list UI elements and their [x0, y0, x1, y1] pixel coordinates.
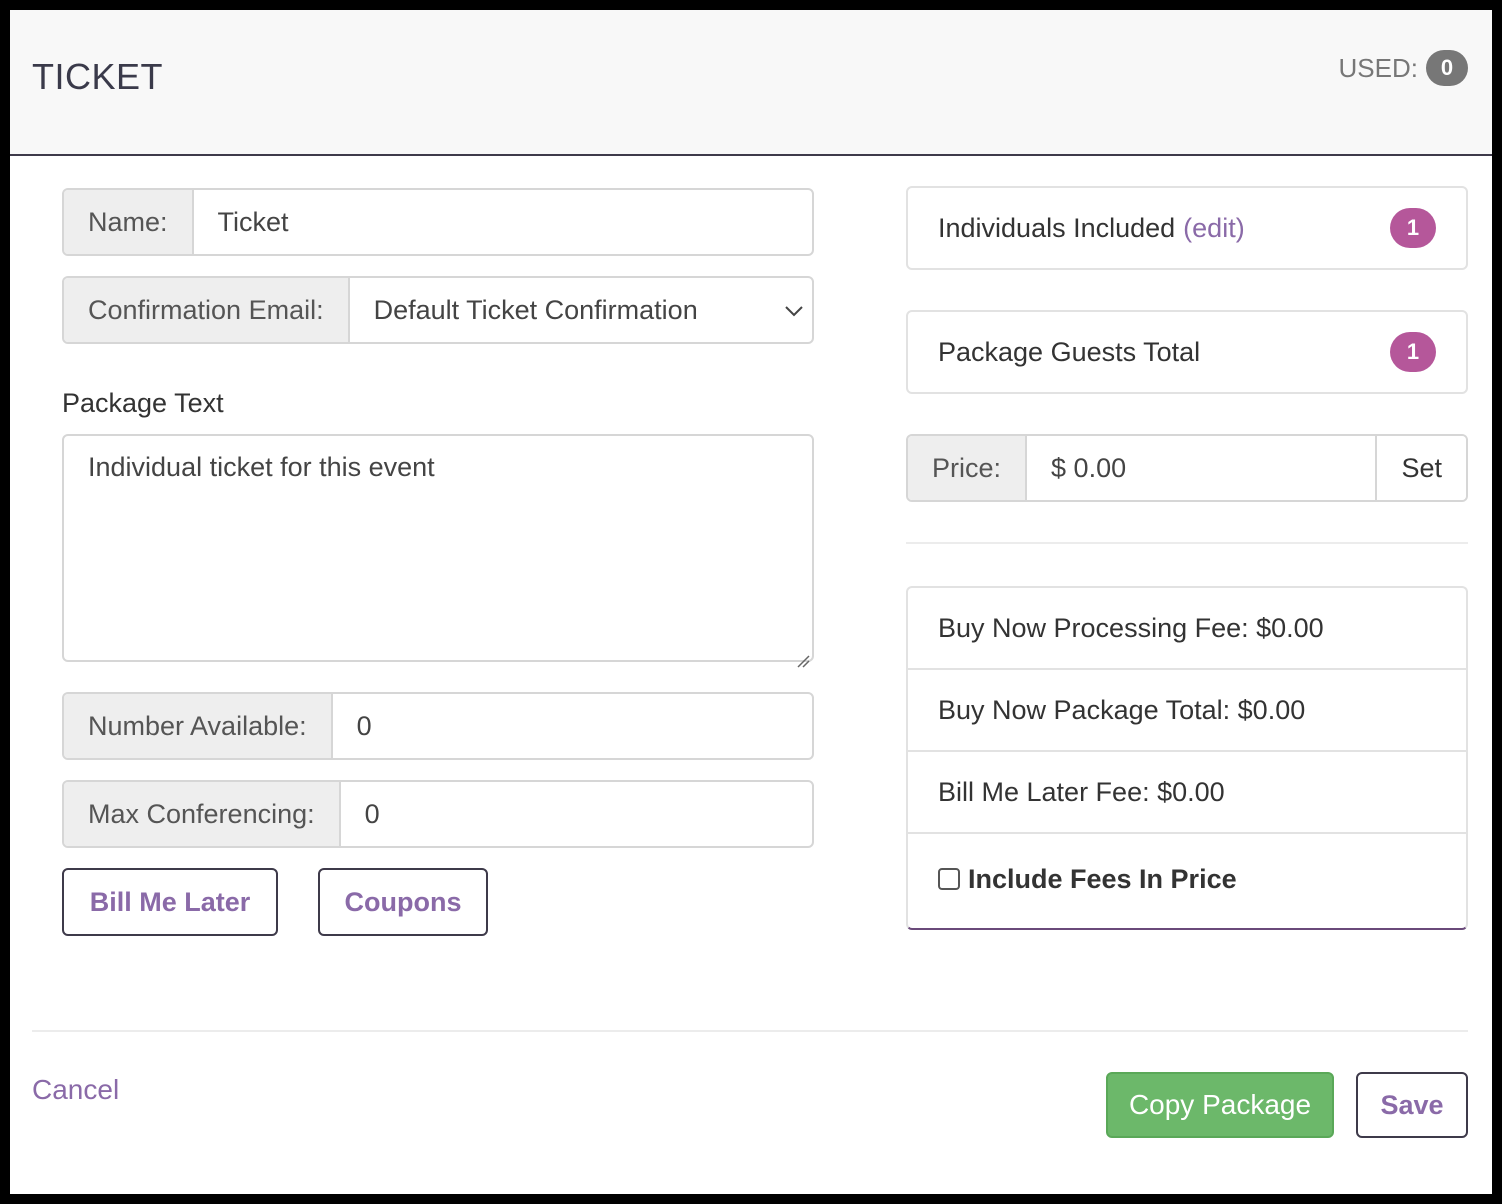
chevron-down-icon: [784, 297, 804, 323]
max-conferencing-input[interactable]: 0: [341, 782, 812, 846]
used-count-badge: 0: [1426, 50, 1468, 86]
save-button[interactable]: Save: [1356, 1072, 1468, 1138]
include-fees-label[interactable]: Include Fees In Price: [968, 864, 1237, 895]
used-label: USED:: [1338, 52, 1418, 83]
include-fees-checkbox[interactable]: [938, 868, 960, 890]
package-guests-panel: Package Guests Total 1: [906, 310, 1468, 394]
footer-divider: [32, 1030, 1468, 1032]
confirmation-email-group: Confirmation Email: Default Ticket Confi…: [62, 276, 814, 344]
number-available-group: Number Available: 0: [62, 692, 814, 760]
number-available-label: Number Available:: [64, 694, 333, 758]
price-input[interactable]: $ 0.00: [1027, 436, 1375, 500]
bill-later-fee-row: Bill Me Later Fee: $0.00: [908, 752, 1466, 834]
confirmation-email-value: Default Ticket Confirmation: [373, 294, 698, 325]
max-conferencing-label: Max Conferencing:: [64, 782, 341, 846]
individuals-included-label: Individuals Included: [938, 212, 1176, 243]
resize-handle-icon[interactable]: [796, 644, 810, 668]
processing-fee-row: Buy Now Processing Fee: $0.00: [908, 588, 1466, 670]
package-total-row: Buy Now Package Total: $0.00: [908, 670, 1466, 752]
number-available-input[interactable]: 0: [333, 694, 812, 758]
modal-title: TICKET: [32, 56, 164, 97]
price-label: Price:: [908, 436, 1028, 500]
copy-package-button[interactable]: Copy Package: [1106, 1072, 1334, 1138]
package-text-value: Individual ticket for this event: [88, 452, 435, 482]
name-input[interactable]: Ticket: [194, 190, 812, 254]
individuals-included-text: Individuals Included (edit): [938, 213, 1245, 244]
package-text-textarea[interactable]: Individual ticket for this event: [62, 434, 814, 668]
individuals-included-panel: Individuals Included (edit) 1: [906, 186, 1468, 270]
package-text-label: Package Text: [62, 388, 224, 418]
include-fees-row: Include Fees In Price: [908, 834, 1466, 924]
fees-list: Buy Now Processing Fee: $0.00 Buy Now Pa…: [906, 586, 1468, 930]
coupons-button[interactable]: Coupons: [318, 868, 488, 936]
guests-count-badge: 1: [1390, 332, 1436, 372]
set-price-button[interactable]: Set: [1375, 436, 1466, 500]
confirmation-email-label: Confirmation Email:: [64, 278, 350, 342]
modal-header: TICKET USED: 0: [10, 10, 1492, 156]
individuals-edit-link[interactable]: (edit): [1183, 213, 1245, 243]
price-input-group: Price: $ 0.00 Set: [906, 434, 1468, 502]
ticket-package-modal: TICKET USED: 0 Name: Ticket Confirmation…: [10, 10, 1492, 1194]
right-divider: [906, 542, 1468, 544]
name-label: Name:: [64, 190, 194, 254]
name-input-group: Name: Ticket: [62, 188, 814, 256]
confirmation-email-select[interactable]: Default Ticket Confirmation: [350, 278, 812, 342]
bill-me-later-button[interactable]: Bill Me Later: [62, 868, 278, 936]
package-guests-label: Package Guests Total: [938, 336, 1201, 367]
max-conferencing-group: Max Conferencing: 0: [62, 780, 814, 848]
used-indicator: USED: 0: [1339, 50, 1468, 86]
cancel-link[interactable]: Cancel: [32, 1074, 119, 1106]
individuals-count-badge: 1: [1390, 208, 1436, 248]
